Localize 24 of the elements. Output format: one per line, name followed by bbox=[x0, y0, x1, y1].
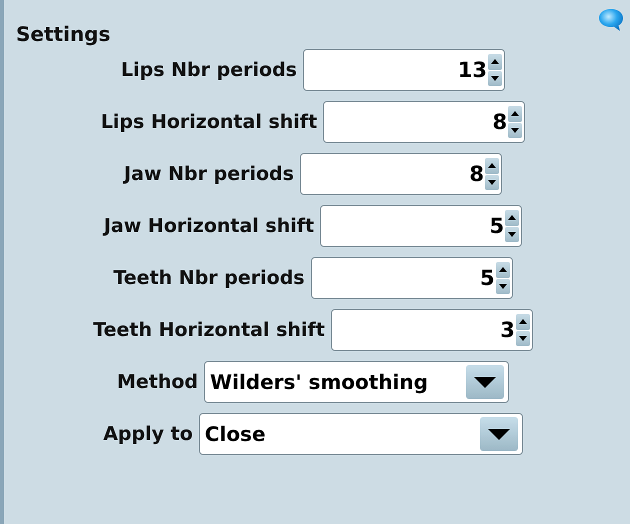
field-label: Method bbox=[116, 371, 198, 393]
dropdown[interactable]: Close bbox=[198, 413, 523, 455]
field-label: Apply to bbox=[103, 423, 193, 445]
number-spinner[interactable]: 13 bbox=[302, 49, 505, 91]
spinner-value: 8 bbox=[492, 110, 508, 134]
number-spinner[interactable]: 5 bbox=[320, 205, 522, 247]
field-label: Jaw Horizontal shift bbox=[104, 215, 314, 237]
settings-title: Settings bbox=[16, 22, 110, 46]
spinner-value: 8 bbox=[468, 162, 485, 186]
number-spinner[interactable]: 5 bbox=[310, 257, 513, 299]
number-spinner[interactable]: 3 bbox=[330, 309, 533, 351]
field-label: Lips Nbr periods bbox=[121, 59, 297, 81]
dropdown[interactable]: Wilders' smoothing bbox=[204, 361, 510, 403]
spinner-value: 3 bbox=[499, 318, 516, 342]
spinner-value: 5 bbox=[488, 214, 506, 238]
number-spinner[interactable]: 8 bbox=[300, 153, 502, 195]
field-label: Lips Horizontal shift bbox=[100, 111, 318, 133]
spinner-value: 13 bbox=[456, 58, 488, 82]
field-label: Teeth Nbr periods bbox=[113, 267, 305, 289]
field-label: Jaw Nbr periods bbox=[124, 163, 294, 185]
number-spinner[interactable]: 8 bbox=[323, 101, 526, 143]
spinner-value: 5 bbox=[479, 266, 496, 290]
speech-bubble-icon[interactable] bbox=[598, 8, 624, 32]
field-label: Teeth Horizontal shift bbox=[93, 319, 325, 341]
